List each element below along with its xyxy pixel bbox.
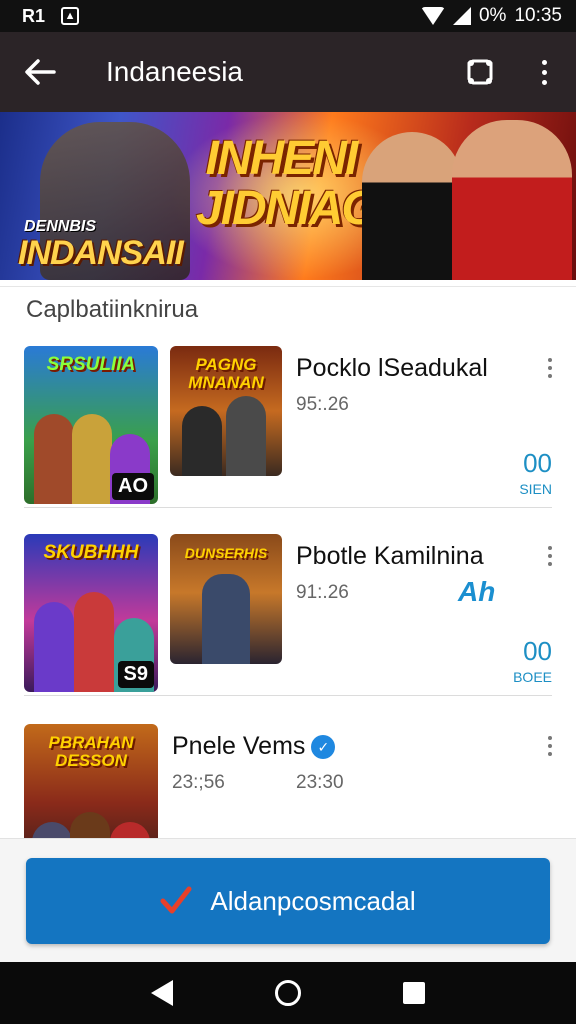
- page-title: Indaneesia: [106, 56, 244, 87]
- banner-left-title: INDANSAII: [18, 234, 184, 272]
- banner-big-title-line1: INHENI: [205, 132, 359, 185]
- divider: [24, 507, 552, 508]
- app-notification-icon: ▲: [61, 7, 80, 25]
- thumbnail-title: SRSULIIA: [46, 354, 136, 375]
- item-title: Pnele Vems ✓: [172, 732, 336, 761]
- game-thumbnail[interactable]: SRSULIIA AO: [24, 346, 158, 504]
- item-tag: Ah: [458, 576, 496, 607]
- more-vert-icon: [541, 59, 547, 85]
- game-thumbnail[interactable]: DUNSERHIS: [170, 534, 282, 664]
- notification-badge: R1: [22, 5, 46, 26]
- count-label: BOEE: [513, 669, 552, 685]
- status-bar: R1 ▲ 0% 10:35: [0, 0, 576, 32]
- list-item[interactable]: PBRAHAN DESSON Pnele Vems ✓ 23:;56 23:30: [0, 716, 576, 838]
- thumbnail-badge: AO: [112, 473, 154, 500]
- more-options-button[interactable]: [512, 32, 576, 112]
- system-nav-bar: [0, 962, 576, 1024]
- battery-percent: 0%: [478, 5, 507, 26]
- item-title-text: Pnele Vems: [172, 732, 306, 760]
- banner-big-title-line2: JIDNIAGI: [196, 182, 390, 235]
- banner-player-2: [452, 120, 572, 280]
- arrow-left-icon: [25, 59, 56, 85]
- item-time: 91:.26: [296, 582, 349, 603]
- list-item[interactable]: SRSULIIA AO PAGNG MNANAN Pocklo lSeaduka…: [0, 338, 576, 508]
- status-right: 0% 10:35: [420, 5, 562, 27]
- item-count: 00 SIEN: [519, 448, 552, 497]
- primary-action-button[interactable]: Aldanpcosmcadal: [26, 858, 550, 944]
- count-value: 00: [523, 448, 552, 478]
- crop-button[interactable]: [448, 32, 512, 112]
- verified-icon: ✓: [311, 735, 336, 760]
- app-bar: Indaneesia: [0, 32, 576, 112]
- thumbnail-title: PAGNG MNANAN: [188, 355, 264, 392]
- back-button[interactable]: [0, 32, 80, 112]
- status-left: R1 ▲: [20, 5, 80, 26]
- more-vert-icon[interactable]: [548, 546, 552, 566]
- thumbnail-title: SKUBHHH: [43, 542, 139, 563]
- signal-icon: [452, 7, 471, 25]
- item-count: 00 BOEE: [513, 636, 552, 685]
- item-title: Pocklo lSeadukal: [296, 354, 488, 382]
- nav-back-icon[interactable]: [151, 980, 173, 1006]
- count-value: 00: [523, 636, 552, 666]
- banner-player-1: [362, 132, 462, 280]
- nav-recents-icon[interactable]: [403, 982, 425, 1004]
- item-time-secondary: 23:30: [296, 772, 344, 793]
- wifi-icon: [420, 7, 445, 25]
- promo-banner[interactable]: DENNBIS INDANSAII INHENI JIDNIAGI: [0, 112, 576, 280]
- divider: [24, 695, 552, 696]
- game-thumbnail[interactable]: PBRAHAN DESSON: [24, 724, 158, 838]
- game-thumbnail[interactable]: SKUBHHH S9: [24, 534, 158, 692]
- item-title: Pbotle Kamilnina: [296, 542, 484, 570]
- crop-icon: [467, 59, 493, 85]
- list-item[interactable]: SKUBHHH S9 DUNSERHIS Pbotle Kamilnina 91…: [0, 526, 576, 696]
- primary-action-label: Aldanpcosmcadal: [210, 885, 416, 916]
- clock: 10:35: [514, 5, 562, 26]
- more-vert-icon[interactable]: [548, 358, 552, 378]
- thumbnail-badge: S9: [117, 661, 154, 688]
- nav-home-icon[interactable]: [275, 980, 301, 1006]
- banner-big-title: INHENI JIDNIAGI: [196, 132, 390, 235]
- thumbnail-title: DUNSERHIS: [184, 545, 268, 561]
- thumbnail-title: PBRAHAN DESSON: [48, 733, 134, 770]
- more-vert-icon[interactable]: [548, 736, 552, 756]
- game-thumbnail[interactable]: PAGNG MNANAN: [170, 346, 282, 476]
- count-label: SIEN: [519, 481, 552, 497]
- check-icon: [160, 886, 192, 914]
- divider: [0, 286, 576, 287]
- section-title: Caplbatiinknirua: [26, 296, 199, 323]
- item-time: 95:.26: [296, 394, 349, 415]
- item-time: 23:;56: [172, 772, 225, 793]
